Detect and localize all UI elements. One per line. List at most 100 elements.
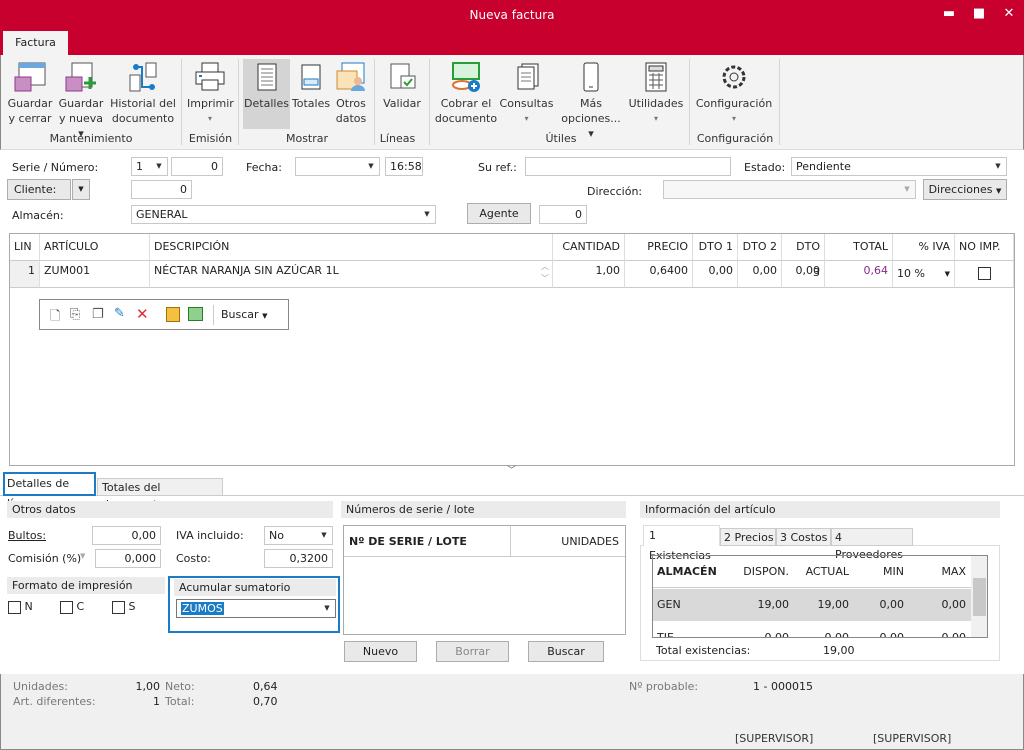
insert-line-icon[interactable]: ⎘ bbox=[70, 307, 80, 322]
total-existencias-value: 19,00 bbox=[823, 644, 855, 657]
cell-articulo[interactable]: ZUM001 bbox=[40, 261, 150, 288]
cell-dto1[interactable]: 0,00 bbox=[693, 261, 738, 288]
cell-cantidad[interactable]: 1,00 bbox=[553, 261, 625, 288]
series-header: Números de serie / lote bbox=[341, 501, 626, 518]
acumular-select[interactable]: ZUMOS ▼ bbox=[176, 599, 336, 618]
validate-icon bbox=[390, 63, 416, 89]
existencias-row[interactable]: TIE 0,00 0,00 0,00 0,00 bbox=[653, 622, 971, 637]
tab-factura[interactable]: Factura bbox=[3, 31, 68, 56]
col-dto2: DTO 2 bbox=[738, 234, 782, 261]
user-1: [SUPERVISOR] bbox=[735, 732, 814, 745]
unidades-value: 1,00 bbox=[135, 680, 161, 693]
chevron-down-icon: ▼ bbox=[324, 604, 330, 612]
formato-c[interactable]: C bbox=[60, 600, 84, 614]
bultos-input[interactable]: 0,00 bbox=[92, 526, 161, 545]
borrar-button[interactable]: Borrar bbox=[436, 641, 509, 662]
serie-label: Serie / Número: bbox=[12, 161, 99, 174]
separator bbox=[238, 59, 239, 145]
otros-datos-button[interactable]: Otros datos bbox=[332, 59, 370, 129]
cliente-input[interactable]: 0 bbox=[131, 180, 192, 199]
user-2: [SUPERVISOR] bbox=[873, 732, 952, 745]
cell-descripcion[interactable]: NÉCTAR NARANJA SIN AZÚCAR 1L ︿ ﹀ bbox=[150, 261, 553, 288]
details-icon bbox=[257, 63, 276, 91]
chevron-down-icon: ▼ bbox=[995, 162, 1001, 170]
nuevo-button[interactable]: Nuevo bbox=[344, 641, 417, 662]
new-line-icon[interactable]: 🗋 bbox=[50, 307, 60, 329]
separator bbox=[181, 59, 182, 145]
notes-icon[interactable] bbox=[166, 307, 180, 322]
cell-iva[interactable]: 10 % ▼ bbox=[893, 261, 955, 288]
tab-proveedores[interactable]: 4 Proveedores bbox=[831, 528, 913, 561]
imprimir-button[interactable]: Imprimir ▾ bbox=[187, 59, 234, 129]
col-precio: PRECIO bbox=[625, 234, 693, 261]
consultas-button[interactable]: Consultas ▾ bbox=[499, 59, 554, 129]
costo-input[interactable]: 0,3200 bbox=[264, 549, 333, 568]
minimize-button[interactable]: ▬ bbox=[934, 0, 964, 31]
validar-button[interactable]: Validar bbox=[379, 59, 425, 129]
agente-button[interactable]: Agente bbox=[467, 203, 531, 224]
numero-input[interactable]: 0 bbox=[171, 157, 223, 176]
buscar-button[interactable]: Buscar bbox=[528, 641, 604, 662]
neto-value: 0,64 bbox=[253, 680, 278, 693]
suref-input[interactable] bbox=[525, 157, 731, 176]
line-toolbar: 🗋 ⎘ ❐ ✎ ✕ Buscar ▼ bbox=[39, 299, 289, 330]
comision-input[interactable]: 0,000 bbox=[95, 549, 161, 568]
fecha-input[interactable]: ▼ bbox=[295, 157, 380, 176]
totales-button[interactable]: Totales bbox=[291, 59, 331, 129]
col-cantidad: CANTIDAD bbox=[553, 234, 625, 261]
printer-icon bbox=[195, 62, 225, 91]
agente-input[interactable]: 0 bbox=[539, 205, 587, 224]
utilidades-button[interactable]: Utilidades ▾ bbox=[627, 59, 685, 129]
mas-opciones-button[interactable]: Más opciones... ▾ bbox=[557, 59, 625, 140]
formato-s[interactable]: S bbox=[112, 600, 135, 614]
almacen-select[interactable]: GENERAL ▼ bbox=[131, 205, 436, 224]
separator bbox=[779, 59, 780, 145]
cell-noimp[interactable] bbox=[955, 261, 1014, 288]
cell-dto3[interactable]: 0,00 bbox=[782, 261, 825, 288]
serie-select[interactable]: 1 ▼ bbox=[131, 157, 168, 176]
estado-select[interactable]: Pendiente ▼ bbox=[791, 157, 1007, 176]
delete-line-icon[interactable]: ✕ bbox=[136, 305, 149, 323]
cell-precio[interactable]: 0,6400 bbox=[625, 261, 693, 288]
maximize-button[interactable]: ■ bbox=[964, 0, 994, 31]
buscar-dropdown[interactable]: Buscar ▼ bbox=[221, 308, 267, 321]
iva-incluido-select[interactable]: No ▼ bbox=[264, 526, 333, 545]
edit-line-icon[interactable]: ✎ bbox=[114, 306, 125, 321]
hora-input[interactable]: 16:58 bbox=[385, 157, 423, 176]
cell-dto2[interactable]: 0,00 bbox=[738, 261, 782, 288]
comision-label: Comisión (%) bbox=[8, 552, 82, 565]
tab-detalles-linea[interactable]: Detalles de línea bbox=[3, 472, 96, 510]
col-total: TOTAL bbox=[825, 234, 893, 261]
col-dto3: DTO 3 bbox=[782, 234, 825, 279]
splitter-chevron-icon[interactable]: ﹀ bbox=[507, 463, 516, 476]
tab-totales-documento[interactable]: Totales del documento bbox=[97, 478, 223, 511]
existencias-header: ALMACÉN DISPON. ACTUAL MIN MAX bbox=[653, 556, 971, 588]
cell-lin[interactable]: 1 bbox=[10, 261, 40, 288]
copy-line-icon[interactable]: ❐ bbox=[92, 307, 104, 322]
cliente-dropdown[interactable]: ▼ bbox=[72, 179, 90, 200]
direccion-select[interactable]: ▼ bbox=[663, 180, 916, 199]
cobrar-documento-button[interactable]: Cobrar el documento bbox=[434, 59, 498, 129]
chevron-down-icon: ▼ bbox=[321, 531, 327, 539]
existencias-scrollbar[interactable] bbox=[971, 556, 987, 637]
tab-precios[interactable]: 2 Precios bbox=[720, 528, 776, 546]
existencias-row[interactable]: GEN 19,00 19,00 0,00 0,00 bbox=[653, 589, 971, 621]
tab-existencias[interactable]: 1 Existencias bbox=[643, 525, 720, 562]
direcciones-button[interactable]: Direcciones ▼ bbox=[923, 179, 1007, 200]
cliente-button[interactable]: Cliente: bbox=[7, 179, 71, 200]
lines-grid: LIN ARTÍCULO DESCRIPCIÓN CANTIDAD PRECIO… bbox=[9, 233, 1015, 466]
image-icon[interactable] bbox=[188, 307, 203, 321]
tab-costos[interactable]: 3 Costos bbox=[776, 528, 831, 546]
col-lin: LIN bbox=[10, 234, 40, 261]
formato-n[interactable]: N bbox=[8, 600, 33, 614]
cell-total: 0,64 bbox=[825, 261, 893, 288]
configuracion-button[interactable]: Configuración ▾ bbox=[694, 59, 774, 129]
close-button[interactable]: ✕ bbox=[994, 0, 1024, 31]
historial-documento-button[interactable]: Historial del documento bbox=[109, 59, 177, 129]
guardar-cerrar-button[interactable]: Guardar y cerrar bbox=[5, 59, 55, 129]
guardar-nueva-button[interactable]: Guardar y nueva ▾ bbox=[57, 59, 105, 140]
comision-dropdown[interactable]: ▼ bbox=[80, 552, 85, 560]
detalles-button[interactable]: Detalles bbox=[243, 59, 290, 129]
group-configuracion: Configuración bbox=[696, 132, 774, 145]
group-emision: Emisión bbox=[188, 132, 233, 145]
